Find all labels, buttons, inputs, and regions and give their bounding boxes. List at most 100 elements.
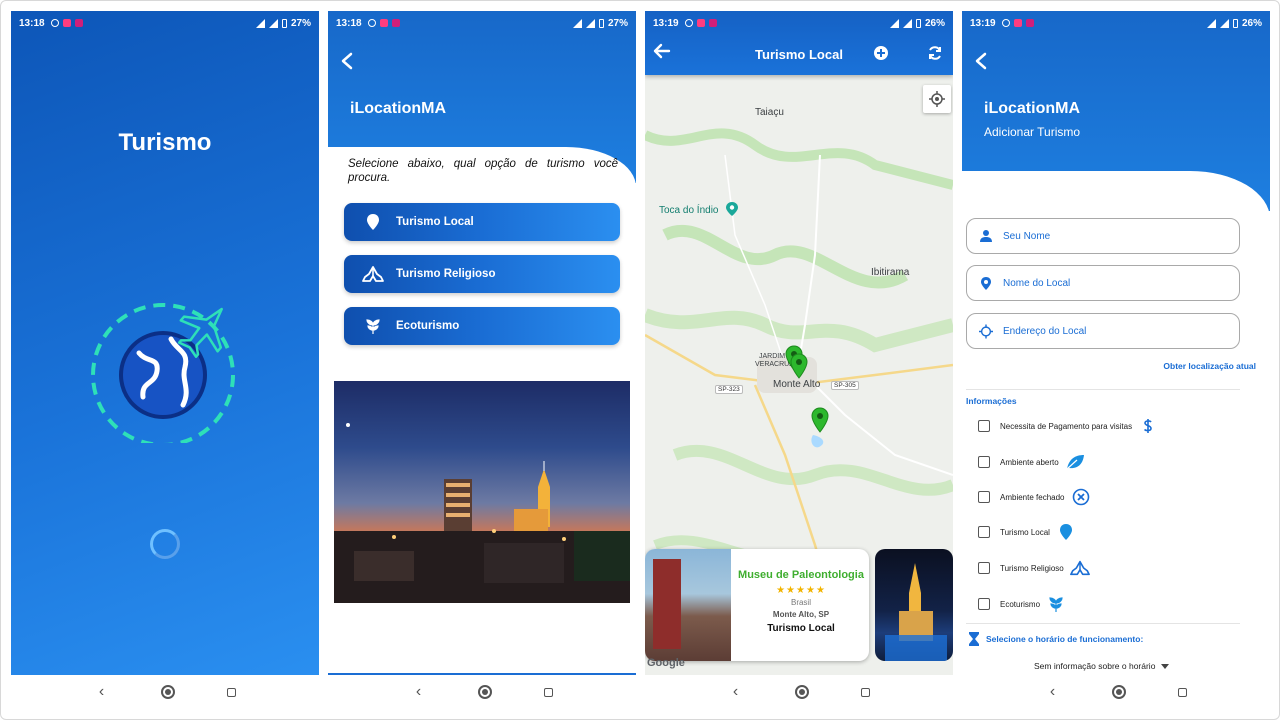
signal-icon	[572, 18, 582, 28]
checkbox-open-environment[interactable]: Ambiente aberto	[978, 452, 1085, 472]
instruction-text: Selecione abaixo, qual opção de turismo …	[348, 158, 618, 184]
place-card-next[interactable]	[875, 549, 953, 661]
status-bar: 13:19 26%	[962, 11, 1270, 35]
nav-home-button[interactable]	[794, 685, 809, 699]
nav-recents-button[interactable]	[1177, 687, 1187, 697]
church-night-image	[885, 563, 947, 661]
checkbox-label: Turismo Local	[1000, 527, 1050, 537]
nav-back-button[interactable]: ‹	[1046, 683, 1060, 701]
google-logo: Google	[647, 657, 685, 669]
signal-icon	[1206, 18, 1216, 28]
checkbox[interactable]	[978, 526, 990, 538]
instagram-icon	[1013, 19, 1022, 27]
leaf-icon	[1066, 455, 1084, 470]
notification-icon	[391, 19, 400, 27]
star-icon: ★	[796, 585, 806, 596]
screen-subtitle: Adicionar Turismo	[984, 125, 1081, 139]
dollar-icon	[1144, 419, 1152, 433]
battery-level: 27%	[290, 17, 311, 29]
get-location-link[interactable]: Obter localização atual	[1163, 361, 1256, 371]
add-tourism-screen: 13:19 26% iLocationMA Adicionar Turismo …	[962, 11, 1270, 675]
chevron-down-icon	[1161, 663, 1170, 669]
map-marker-2[interactable]	[790, 353, 808, 384]
add-circle-icon	[874, 46, 888, 60]
checkbox[interactable]	[978, 491, 990, 503]
turismo-local-button[interactable]: Turismo Local	[344, 203, 620, 241]
refresh-icon	[929, 46, 941, 60]
star-icon: ★	[786, 585, 797, 596]
checkbox[interactable]	[978, 456, 990, 468]
place-card[interactable]: Museu de Paleontologia ★★★★★ Brasil Mont…	[645, 549, 869, 661]
star-icon: ★	[805, 585, 816, 596]
place-thumbnail	[645, 549, 731, 661]
checkbox-religious-tourism[interactable]: Turismo Religioso	[978, 558, 1090, 578]
back-button[interactable]	[340, 51, 354, 75]
battery-level: 26%	[1241, 17, 1262, 29]
instagram-icon	[379, 19, 388, 27]
checkbox-payment[interactable]: Necessita de Pagamento para visitas	[978, 416, 1158, 436]
map-marker-3[interactable]	[811, 407, 829, 438]
system-nav-bar: ‹	[962, 677, 1270, 707]
notification-icon	[1025, 19, 1034, 27]
checkbox[interactable]	[978, 562, 990, 574]
status-time: 13:19	[653, 17, 679, 29]
hours-value: Sem informação sobre o horário	[1034, 661, 1156, 671]
plant-icon	[366, 319, 380, 334]
wifi-signal-icon	[268, 18, 278, 28]
hours-dropdown[interactable]: Sem informação sobre o horário	[1034, 661, 1170, 671]
place-city: Monte Alto, SP	[772, 610, 830, 619]
name-field-placeholder: Seu Nome	[1003, 230, 1051, 242]
back-button[interactable]	[974, 51, 988, 75]
map-screen: 13:19 26% Turismo Local Taiaçu Toca do Í…	[645, 11, 953, 675]
checkbox-closed-environment[interactable]: Ambiente fechado	[978, 487, 1091, 507]
map-marker-icon	[790, 353, 808, 379]
add-button[interactable]	[873, 45, 889, 61]
my-location-button[interactable]	[923, 85, 951, 113]
splash-title: Turismo	[118, 129, 212, 156]
bottom-divider	[328, 673, 636, 675]
nav-recents-button[interactable]	[226, 687, 236, 697]
checkbox[interactable]	[978, 420, 990, 432]
place-name-field[interactable]: Nome do Local	[966, 265, 1240, 301]
name-field[interactable]: Seu Nome	[966, 218, 1240, 254]
status-time: 13:18	[19, 17, 45, 29]
nav-back-button[interactable]: ‹	[95, 683, 109, 701]
options-screen: 13:18 27% iLocationMA Selecione abaixo, …	[328, 11, 636, 675]
nav-back-button[interactable]: ‹	[412, 683, 426, 701]
checkbox-ecotourism[interactable]: Ecoturismo	[978, 594, 1066, 614]
city-skyline-image	[334, 423, 630, 603]
option-label: Ecoturismo	[396, 320, 460, 332]
close-circle-icon	[1072, 488, 1089, 506]
nav-back-button[interactable]: ‹	[729, 683, 743, 701]
hours-section: Selecione o horário de funcionamento:	[968, 631, 1143, 647]
status-time: 13:18	[336, 17, 362, 29]
turismo-religioso-button[interactable]: Turismo Religioso	[344, 255, 620, 293]
battery-icon	[915, 18, 921, 28]
place-country: Brasil	[790, 598, 811, 607]
checkbox-local-tourism[interactable]: Turismo Local	[978, 522, 1076, 542]
map-label-taiacu: Taiaçu	[755, 107, 784, 118]
checkbox[interactable]	[978, 598, 990, 610]
place-name: Museu de Paleontologia	[738, 569, 864, 581]
nav-home-button[interactable]	[1111, 685, 1126, 699]
map-pin-icon	[1059, 524, 1072, 540]
battery-icon	[1232, 18, 1238, 28]
refresh-button[interactable]	[927, 45, 943, 61]
status-bar: 13:19 26%	[645, 11, 953, 35]
city-night-photo	[334, 381, 630, 603]
nav-recents-button[interactable]	[543, 687, 553, 697]
address-field[interactable]: Endereço do Local	[966, 313, 1240, 349]
nav-recents-button[interactable]	[860, 687, 870, 697]
alarm-icon	[684, 19, 693, 27]
poi-marker-icon[interactable]	[725, 201, 739, 222]
praying-hands-icon	[362, 266, 384, 282]
nav-home-button[interactable]	[160, 685, 175, 699]
place-rating: ★★★★★	[735, 585, 867, 596]
divider	[966, 623, 1240, 624]
map-pin-icon	[367, 214, 379, 230]
notification-icon	[74, 19, 83, 27]
loading-spinner	[150, 529, 180, 559]
nav-home-button[interactable]	[477, 685, 492, 699]
ecoturismo-button[interactable]: Ecoturismo	[344, 307, 620, 345]
checkbox-label: Ambiente aberto	[1000, 457, 1059, 467]
